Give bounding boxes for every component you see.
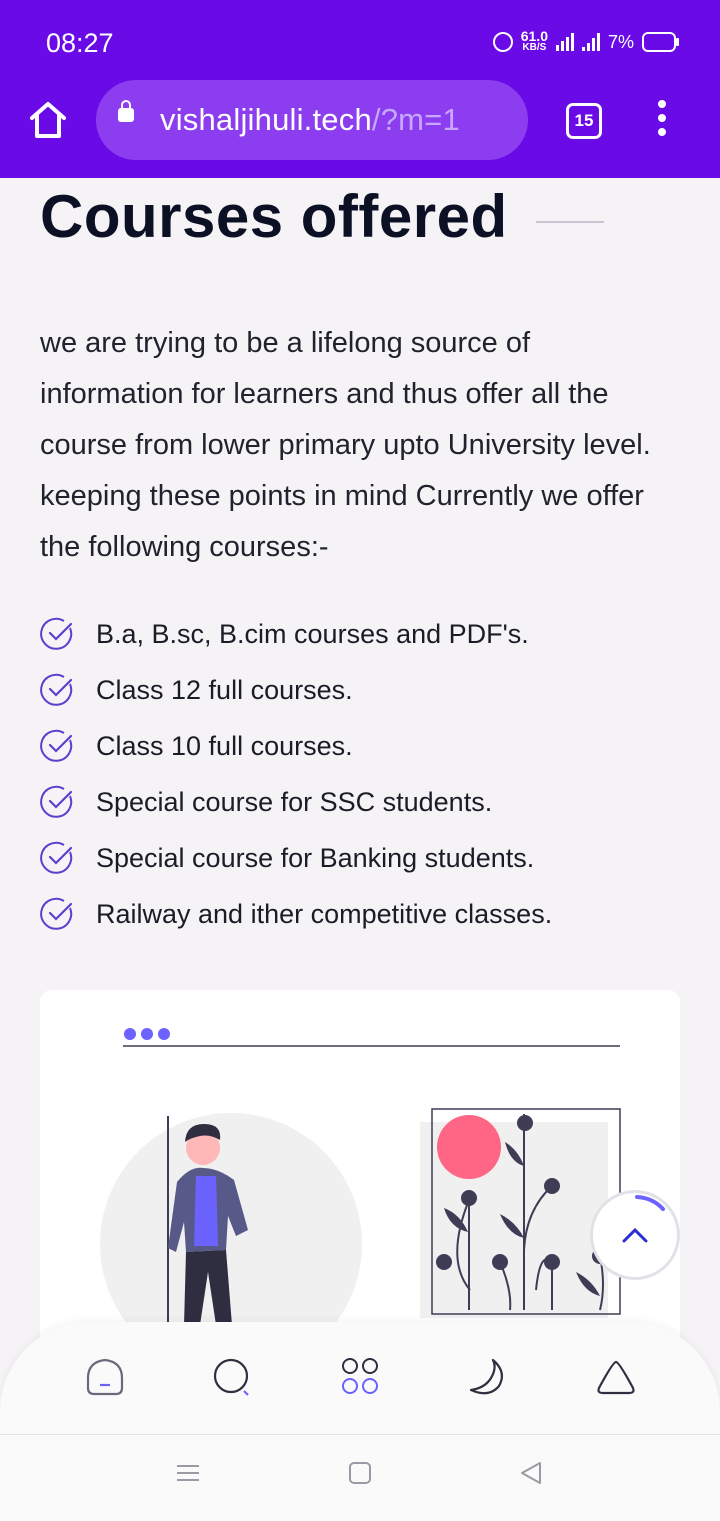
course-item: B.a, B.sc, B.cim courses and PDF's. bbox=[40, 606, 552, 662]
recent-apps-icon[interactable] bbox=[175, 1460, 201, 1486]
course-item: Special course for SSC students. bbox=[40, 774, 552, 830]
check-circle-icon bbox=[40, 617, 73, 650]
url-text[interactable]: vishaljihuli.tech/?m=1 bbox=[160, 102, 460, 138]
signal-icon-2 bbox=[581, 33, 600, 51]
check-circle-icon bbox=[40, 897, 73, 930]
home-square-icon[interactable] bbox=[347, 1460, 373, 1486]
course-item: Class 10 full courses. bbox=[40, 718, 552, 774]
back-icon[interactable] bbox=[518, 1460, 544, 1486]
check-circle-icon bbox=[40, 841, 73, 874]
status-icons: 61.0 KB/S 7% bbox=[492, 28, 679, 54]
apps-icon[interactable] bbox=[340, 1356, 382, 1398]
network-speed: 61.0 KB/S bbox=[520, 28, 548, 53]
lock-icon bbox=[118, 100, 134, 122]
course-list: B.a, B.sc, B.cim courses and PDF's. Clas… bbox=[40, 606, 552, 942]
course-item: Railway and ither competitive classes. bbox=[40, 886, 552, 942]
chevron-up-icon bbox=[622, 1195, 665, 1243]
home-icon[interactable] bbox=[84, 1356, 126, 1398]
moon-icon[interactable] bbox=[467, 1356, 509, 1398]
page-title: Courses offered bbox=[40, 183, 508, 250]
tabs-button[interactable]: 15 bbox=[566, 103, 602, 139]
triangle-icon[interactable] bbox=[595, 1356, 637, 1398]
more-vert-icon[interactable] bbox=[650, 100, 674, 140]
address-bar[interactable]: vishaljihuli.tech/?m=1 bbox=[96, 80, 528, 160]
battery-percent: 7% bbox=[607, 31, 634, 52]
alarm-icon bbox=[492, 32, 513, 52]
home-icon[interactable] bbox=[28, 100, 68, 140]
scroll-to-top-button[interactable] bbox=[593, 1193, 677, 1277]
check-circle-icon bbox=[40, 729, 73, 762]
battery-icon bbox=[642, 32, 679, 52]
course-item: Class 12 full courses. bbox=[40, 662, 552, 718]
check-circle-icon bbox=[40, 673, 73, 706]
intro-paragraph: we are trying to be a lifelong source of… bbox=[40, 327, 651, 563]
browser-top-bar: 08:27 61.0 KB/S 7% vishaljihuli.tech/?m=… bbox=[0, 0, 720, 178]
signal-icon bbox=[555, 33, 574, 51]
check-circle-icon bbox=[40, 785, 73, 818]
status-time: 08:27 bbox=[46, 28, 114, 58]
course-item: Special course for Banking students. bbox=[40, 830, 552, 886]
title-divider bbox=[536, 221, 604, 223]
search-icon[interactable] bbox=[211, 1356, 253, 1398]
